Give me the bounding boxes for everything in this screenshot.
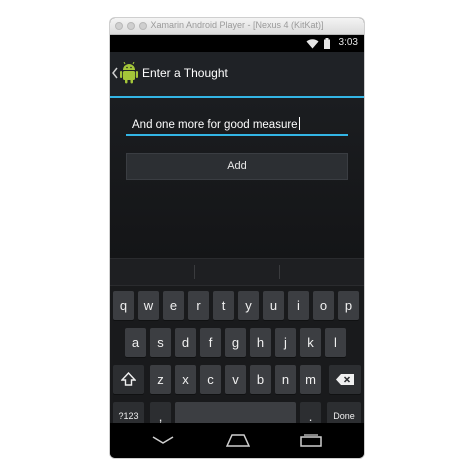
home-icon[interactable] xyxy=(226,434,250,447)
key-c[interactable]: c xyxy=(200,365,221,394)
soft-keyboard: q w e r t y u i o p a s d f g h j k l z … xyxy=(110,258,364,431)
suggestion-divider xyxy=(194,265,195,279)
key-m[interactable]: m xyxy=(300,365,321,394)
key-q[interactable]: q xyxy=(113,291,134,320)
key-r[interactable]: r xyxy=(188,291,209,320)
window-title: Xamarin Android Player - [Nexus 4 (KitKa… xyxy=(150,20,324,30)
key-t[interactable]: t xyxy=(213,291,234,320)
key-i[interactable]: i xyxy=(288,291,309,320)
key-s[interactable]: s xyxy=(150,328,171,357)
window-titlebar: Xamarin Android Player - [Nexus 4 (KitKa… xyxy=(110,18,364,35)
navigation-bar xyxy=(110,423,364,458)
add-button[interactable]: Add xyxy=(126,153,348,180)
suggestion-strip[interactable] xyxy=(110,259,364,286)
key-y[interactable]: y xyxy=(238,291,259,320)
thought-input-value: And one more for good measure xyxy=(132,119,298,131)
key-a[interactable]: a xyxy=(125,328,146,357)
key-n[interactable]: n xyxy=(275,365,296,394)
key-z[interactable]: z xyxy=(150,365,171,394)
key-e[interactable]: e xyxy=(163,291,184,320)
key-w[interactable]: w xyxy=(138,291,159,320)
key-x[interactable]: x xyxy=(175,365,196,394)
key-l[interactable]: l xyxy=(325,328,346,357)
key-v[interactable]: v xyxy=(225,365,246,394)
battery-icon xyxy=(324,38,330,49)
shift-arrow-icon xyxy=(121,372,136,387)
action-bar: Enter a Thought xyxy=(110,52,364,98)
key-o[interactable]: o xyxy=(313,291,334,320)
key-u[interactable]: u xyxy=(263,291,284,320)
recent-apps-icon[interactable] xyxy=(300,434,322,447)
backspace-icon xyxy=(336,374,354,385)
wifi-icon xyxy=(306,38,319,49)
key-j[interactable]: j xyxy=(275,328,296,357)
key-h[interactable]: h xyxy=(250,328,271,357)
suggestion-divider xyxy=(279,265,280,279)
screen-title: Enter a Thought xyxy=(142,66,228,80)
content-area: And one more for good measure Add xyxy=(110,98,364,258)
shift-key[interactable] xyxy=(113,365,144,394)
up-navigation-chevron-icon[interactable] xyxy=(112,67,118,79)
key-f[interactable]: f xyxy=(200,328,221,357)
android-robot-icon[interactable] xyxy=(119,62,139,84)
key-b[interactable]: b xyxy=(250,365,271,394)
status-time: 3:03 xyxy=(338,37,358,48)
key-k[interactable]: k xyxy=(300,328,321,357)
back-icon[interactable] xyxy=(152,435,174,445)
status-bar: 3:03 xyxy=(110,35,364,52)
thought-input[interactable]: And one more for good measure xyxy=(126,102,348,136)
key-d[interactable]: d xyxy=(175,328,196,357)
key-g[interactable]: g xyxy=(225,328,246,357)
text-caret xyxy=(298,117,300,130)
key-p[interactable]: p xyxy=(338,291,359,320)
emulator-window: Xamarin Android Player - [Nexus 4 (KitKa… xyxy=(110,18,364,458)
backspace-key[interactable] xyxy=(329,365,361,394)
